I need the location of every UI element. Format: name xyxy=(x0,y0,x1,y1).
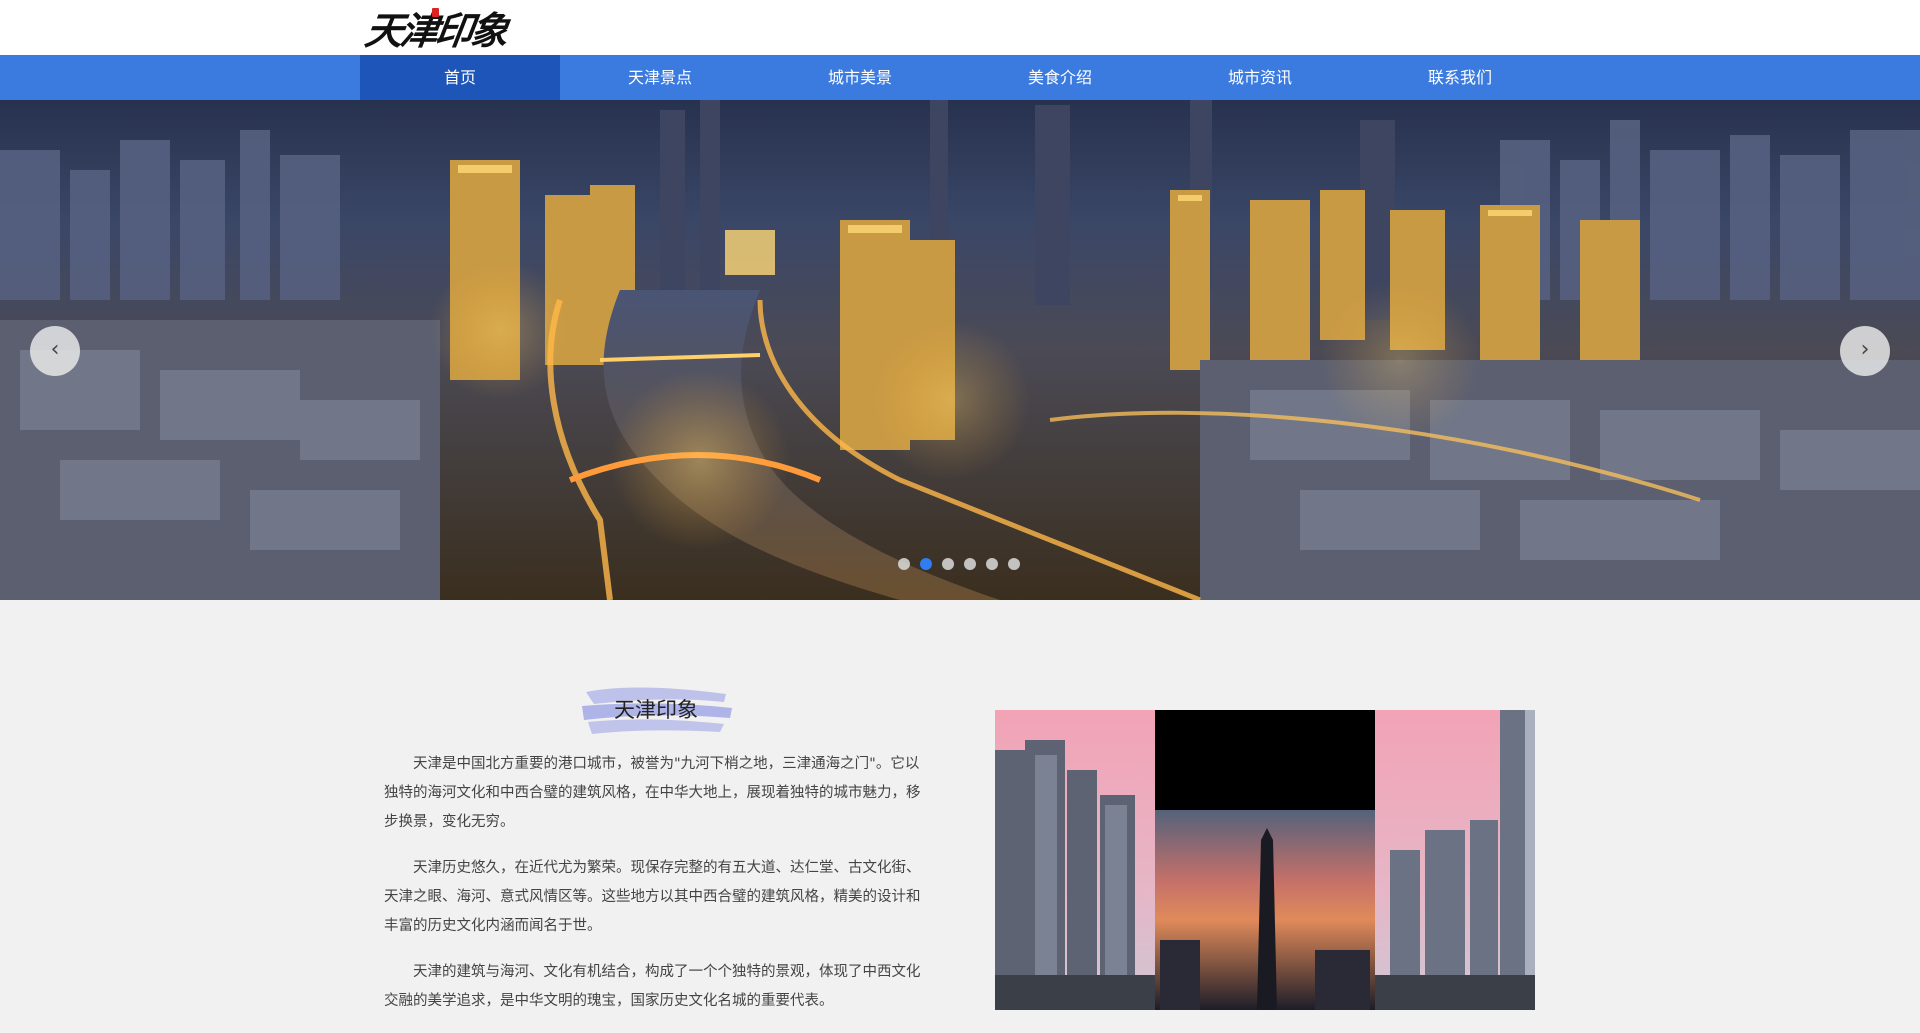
section-title: 天津印象 xyxy=(614,698,698,722)
site-header: 天津印象 xyxy=(0,0,1920,55)
carousel-prev-button[interactable]: ‹ xyxy=(30,326,80,376)
intro-section: 天津印象 天津是中国北方重要的港口城市，被誉为"九河下梢之地，三津通海之门"。它… xyxy=(0,600,1920,1010)
carousel-next-button[interactable]: › xyxy=(1840,326,1890,376)
carousel-indicators xyxy=(898,558,1020,570)
intro-text: 天津是中国北方重要的港口城市，被誉为"九河下梢之地，三津通海之门"。它以独特的海… xyxy=(384,750,928,1033)
nav-item-contact[interactable]: 联系我们 xyxy=(1360,55,1560,100)
logo-seal-icon xyxy=(432,8,439,17)
nav-item-home[interactable]: 首页 xyxy=(360,55,560,100)
nav-item-attractions[interactable]: 天津景点 xyxy=(560,55,760,100)
intro-paragraph: 天津的建筑与海河、文化有机结合，构成了一个个独特的景观，体现了中西文化交融的美学… xyxy=(384,964,921,1009)
main-nav: 首页 天津景点 城市美景 美食介绍 城市资讯 联系我们 xyxy=(0,55,1920,100)
site-logo[interactable]: 天津印象 xyxy=(362,2,508,53)
carousel-dot[interactable] xyxy=(986,558,998,570)
nav-item-city-news[interactable]: 城市资讯 xyxy=(1160,55,1360,100)
city-night-skyline-image xyxy=(0,100,1920,600)
hero-carousel: ‹ › xyxy=(0,100,1920,600)
carousel-dot-active[interactable] xyxy=(920,558,932,570)
carousel-dot[interactable] xyxy=(942,558,954,570)
intro-paragraph: 天津历史悠久，在近代尤为繁荣。现保存完整的有五大道、达仁堂、古文化街、天津之眼、… xyxy=(384,860,921,934)
carousel-dot[interactable] xyxy=(1008,558,1020,570)
city-tower-collage-image xyxy=(995,710,1535,1010)
nav-item-food[interactable]: 美食介绍 xyxy=(960,55,1160,100)
carousel-dot[interactable] xyxy=(964,558,976,570)
section-title-wrap: 天津印象 xyxy=(576,680,736,740)
nav-item-city-scenery[interactable]: 城市美景 xyxy=(760,55,960,100)
intro-paragraph: 天津是中国北方重要的港口城市，被誉为"九河下梢之地，三津通海之门"。它以独特的海… xyxy=(384,756,921,830)
carousel-dot[interactable] xyxy=(898,558,910,570)
